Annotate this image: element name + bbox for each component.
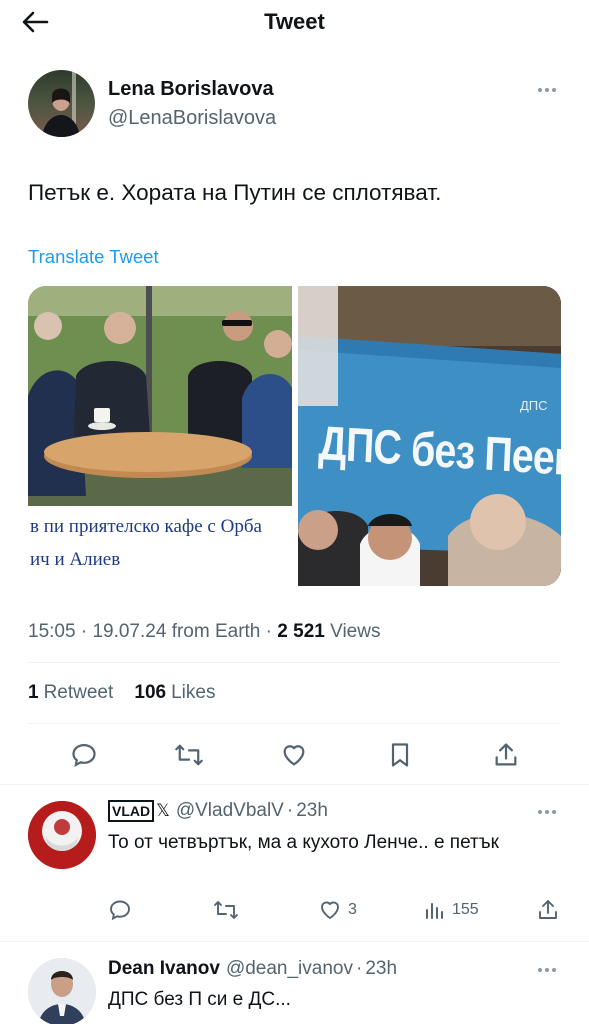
reply-icon bbox=[72, 743, 96, 768]
retweets-count: 1 bbox=[28, 682, 39, 703]
bar-chart-icon bbox=[426, 903, 443, 919]
retweet-icon bbox=[175, 744, 203, 766]
reply-text: ДПС без П си е ДС... bbox=[108, 989, 291, 1010]
dot-icon bbox=[538, 968, 542, 972]
reply-avatar[interactable] bbox=[28, 801, 96, 869]
retweet-button[interactable] bbox=[174, 741, 204, 769]
dot-icon bbox=[552, 810, 556, 814]
reply-like-count: 3 bbox=[348, 901, 357, 918]
image-caption-line-2: ич и Алиев bbox=[30, 549, 121, 570]
banner-logo-text: ДПС bbox=[520, 398, 548, 413]
reply-handle[interactable]: @dean_ivanov bbox=[226, 958, 353, 980]
retweets-label: Retweet bbox=[43, 682, 114, 703]
dot-icon bbox=[545, 810, 549, 814]
reply-avatar[interactable] bbox=[28, 958, 96, 1024]
separator-dot: · bbox=[355, 958, 363, 979]
dot-icon bbox=[545, 968, 549, 972]
reply-retweet-button[interactable] bbox=[213, 898, 239, 922]
reply-author-name[interactable]: Dean Ivanov bbox=[108, 958, 220, 980]
reply-header: Dean Ivanov @dean_ivanov · 23h bbox=[108, 958, 397, 980]
heart-icon bbox=[321, 901, 339, 919]
likes-stat[interactable]: 106 Likes bbox=[134, 682, 215, 703]
bookmark-button[interactable] bbox=[386, 741, 414, 769]
image-caption-line-1: в пи приятелско кафе с Орба bbox=[30, 516, 262, 537]
tweet-source: from Earth bbox=[171, 621, 261, 642]
reply-views-button[interactable]: 155 bbox=[424, 898, 479, 922]
dot-icon bbox=[538, 88, 542, 92]
separator-dot: · bbox=[286, 800, 294, 821]
marx-logo-icon bbox=[28, 801, 96, 869]
author-handle[interactable]: @LenaBorislavova bbox=[108, 107, 276, 130]
person-photo-icon bbox=[28, 958, 96, 1024]
dot-icon bbox=[538, 810, 542, 814]
tweet-meta: 15:05 · 19.07.24 from Earth · 2 521 View… bbox=[28, 621, 381, 642]
views-label: Views bbox=[330, 621, 381, 642]
like-button[interactable] bbox=[280, 741, 308, 769]
dot-icon bbox=[552, 88, 556, 92]
likes-count: 106 bbox=[134, 682, 167, 703]
share-icon bbox=[495, 743, 517, 766]
reply-handle[interactable]: @VladVbalV bbox=[176, 800, 284, 822]
reply-time: 23h bbox=[365, 958, 398, 979]
share-icon bbox=[539, 900, 557, 919]
x-logo-icon: 𝕏 bbox=[156, 801, 170, 820]
reply-author-name[interactable]: VLAD bbox=[108, 800, 155, 822]
divider bbox=[28, 723, 561, 724]
author-avatar[interactable] bbox=[28, 70, 95, 137]
reply-more-button[interactable] bbox=[535, 965, 559, 975]
tweet-date: 19.07.24 bbox=[92, 621, 167, 642]
dot-icon bbox=[552, 968, 556, 972]
divider bbox=[0, 784, 589, 785]
tweet-stats: 1 Retweet 106 Likes bbox=[28, 682, 215, 704]
likes-label: Likes bbox=[171, 682, 216, 703]
media-image-1[interactable]: в пи приятелско кафе с Орба ич и Алиев bbox=[28, 286, 292, 586]
reply-button[interactable] bbox=[70, 741, 98, 769]
retweets-stat[interactable]: 1 Retweet bbox=[28, 682, 113, 703]
top-bar: Tweet bbox=[0, 0, 589, 44]
tweet-media: в пи приятелско кафе с Орба ич и Алиев Д… bbox=[28, 286, 561, 586]
person-photo-icon bbox=[42, 70, 80, 137]
translate-link[interactable]: Translate Tweet bbox=[28, 246, 159, 268]
bookmark-icon bbox=[391, 743, 409, 767]
cafe-photo-icon bbox=[28, 286, 292, 506]
reply-reply-button[interactable] bbox=[108, 898, 132, 922]
dot-icon bbox=[545, 88, 549, 92]
reply-share-button[interactable] bbox=[536, 898, 560, 922]
reply-more-button[interactable] bbox=[535, 807, 559, 817]
views-count: 2 521 bbox=[277, 621, 325, 642]
reply-text: То от четвъртък, ма а кухото Ленче.. е п… bbox=[108, 832, 499, 853]
media-image-2[interactable]: ДПС ДПС без Пеевски bbox=[298, 286, 561, 586]
retweet-icon bbox=[214, 901, 238, 919]
author-name[interactable]: Lena Borislavova bbox=[108, 78, 274, 101]
reply-views-count: 155 bbox=[452, 901, 479, 918]
page-title: Tweet bbox=[264, 9, 325, 34]
tweet-time: 15:05 bbox=[28, 621, 76, 642]
divider bbox=[0, 941, 589, 942]
reply-time: 23h bbox=[296, 800, 328, 821]
share-button[interactable] bbox=[492, 741, 520, 769]
tweet-text: Петък е. Хората на Путин се сплотяват. bbox=[28, 180, 442, 205]
divider bbox=[28, 662, 561, 663]
heart-icon bbox=[283, 745, 305, 766]
reply-header: VLAD 𝕏 @VladVbalV · 23h bbox=[108, 800, 328, 822]
reply-like-button[interactable]: 3 bbox=[318, 898, 357, 922]
reply-icon bbox=[110, 900, 130, 921]
more-options-button[interactable] bbox=[535, 85, 559, 95]
